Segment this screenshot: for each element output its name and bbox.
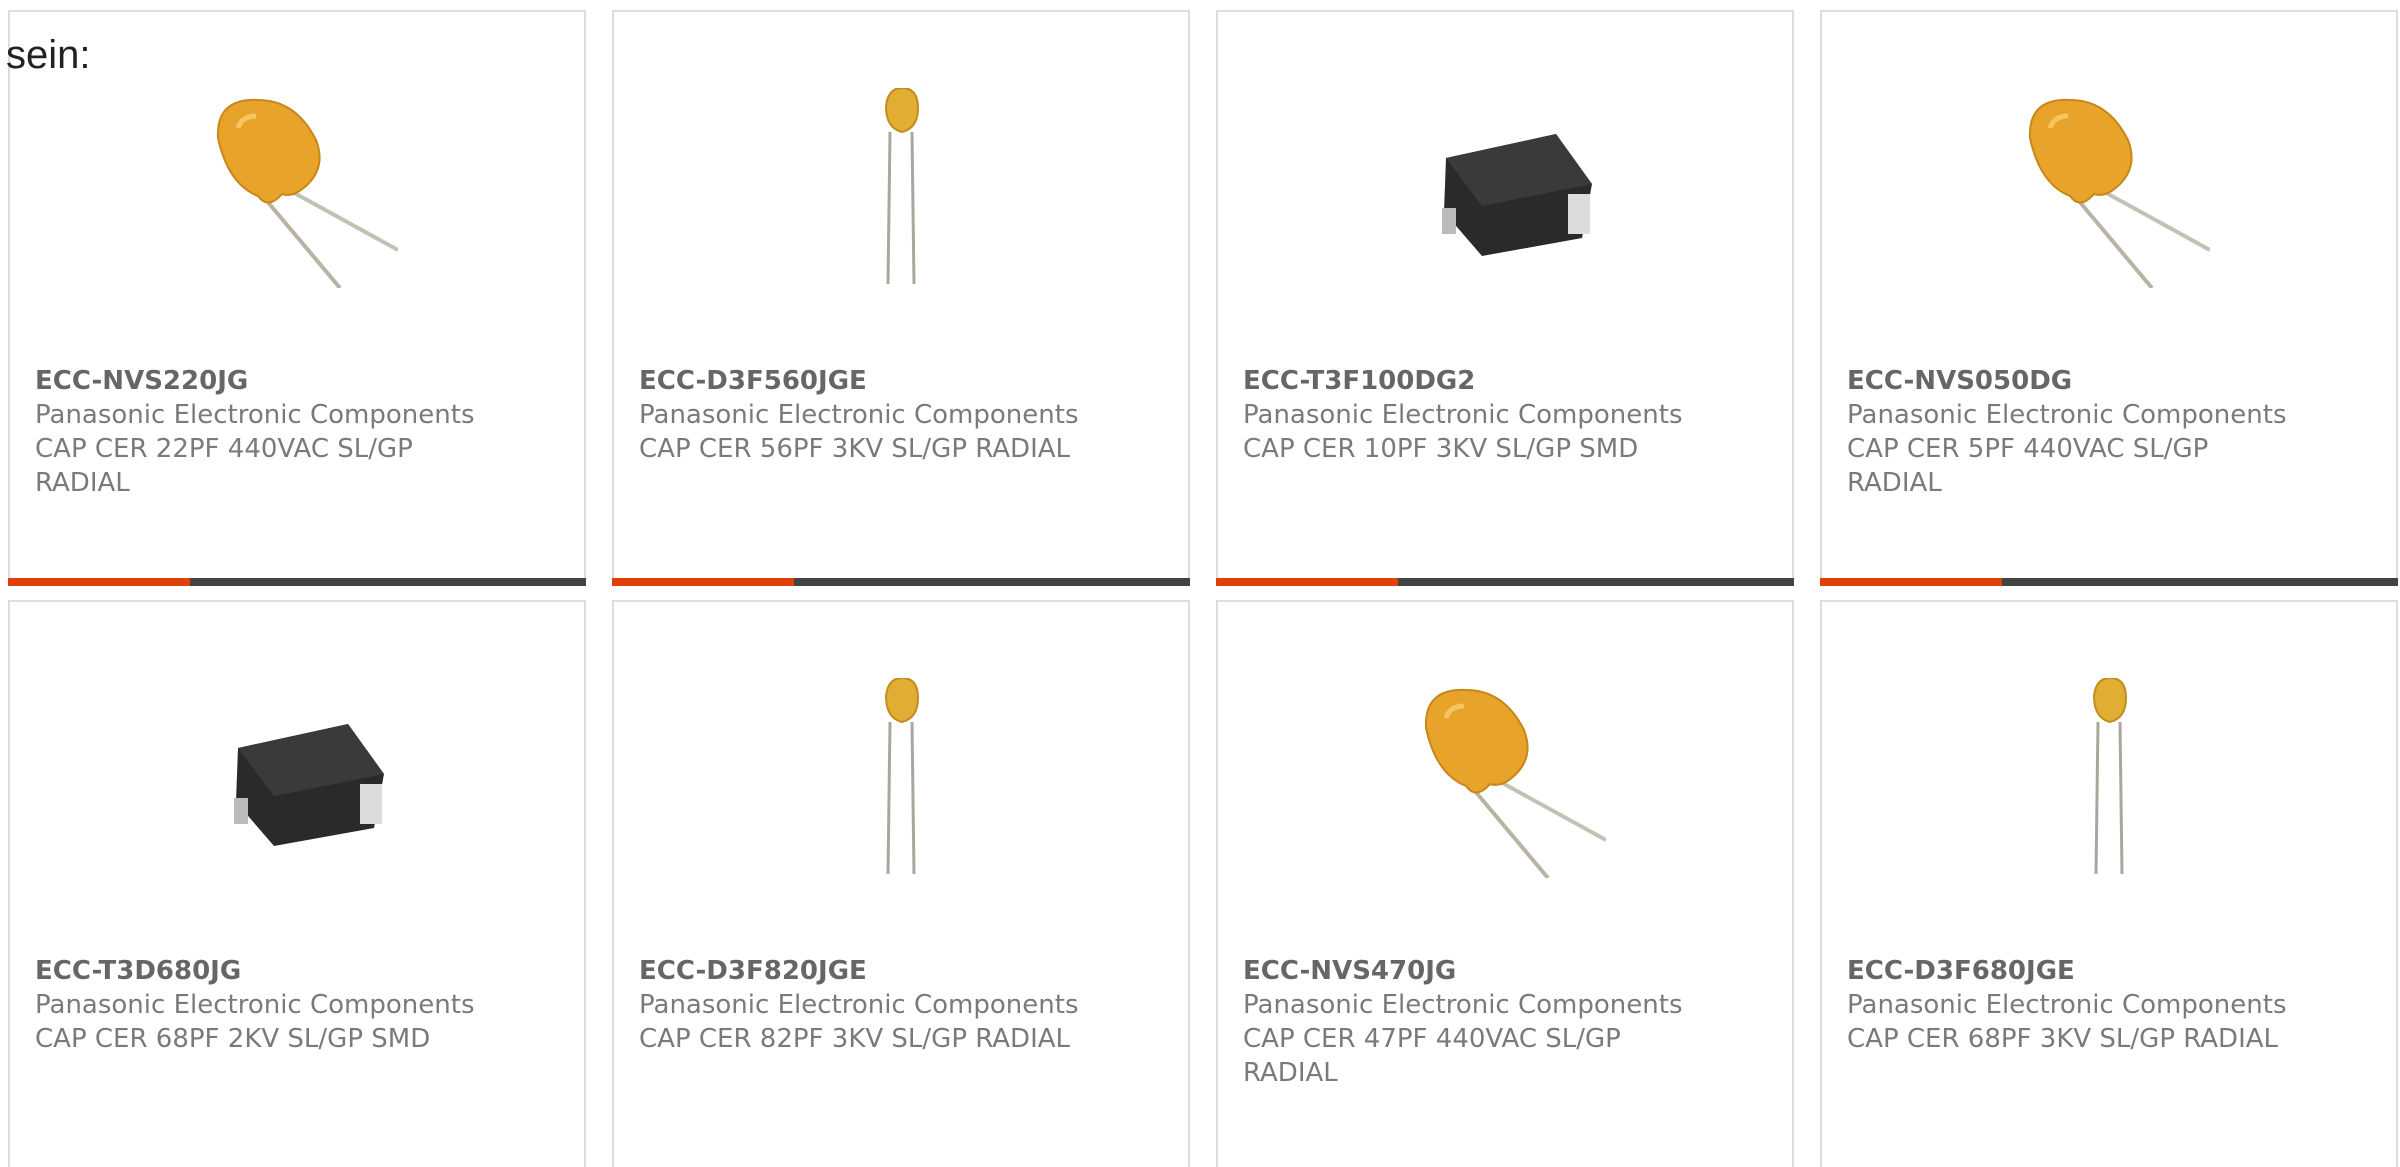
card-footer-bar [612,578,1190,586]
part-number-link[interactable]: ECC-D3F820JGE [639,954,1168,988]
product-info: ECC-NVS220JG Panasonic Electronic Compone… [35,364,564,500]
product-card[interactable]: ECC-T3F100DG2 Panasonic Electronic Compon… [1216,10,1794,586]
manufacturer-name: Panasonic Electronic Components [1243,400,1683,430]
card-footer-accent [1216,578,1398,586]
product-info: ECC-T3F100DG2 Panasonic Electronic Compon… [1243,364,1772,466]
manufacturer-name: Panasonic Electronic Components [639,400,1079,430]
product-card[interactable]: ECC-NVS220JG Panasonic Electronic Compone… [8,10,586,586]
part-number-link[interactable]: ECC-NVS050DG [1847,364,2376,398]
disc-capacitor-large-icon[interactable] [1406,678,1606,878]
product-description: CAP CER 10PF 3KV SL/GP SMD [1243,434,1639,464]
smd-capacitor-icon[interactable] [198,678,398,878]
product-description: CAP CER 56PF 3KV SL/GP RADIAL [639,434,1071,464]
product-description: CAP CER 22PF 440VAC SL/GP RADIAL [35,434,413,498]
product-description: CAP CER 82PF 3KV SL/GP RADIAL [639,1024,1071,1054]
manufacturer-name: Panasonic Electronic Components [35,990,475,1020]
card-footer-bar [1820,578,2398,586]
part-number-link[interactable]: ECC-NVS220JG [35,364,564,398]
product-listing-page: sein: ECC-NVS220JG Panasonic Electronic C… [0,0,2400,1167]
product-card[interactable]: ECC-NVS470JG Panasonic Electronic Compone… [1216,600,1794,1167]
part-number-link[interactable]: ECC-D3F680JGE [1847,954,2376,988]
disc-capacitor-large-icon[interactable] [198,88,398,288]
smd-capacitor-icon[interactable] [1406,88,1606,288]
card-footer-accent [1820,578,2002,586]
manufacturer-name: Panasonic Electronic Components [1243,990,1683,1020]
product-card[interactable]: ECC-D3F560JGE Panasonic Electronic Compon… [612,10,1190,586]
part-number-link[interactable]: ECC-D3F560JGE [639,364,1168,398]
product-description: CAP CER 68PF 3KV SL/GP RADIAL [1847,1024,2279,1054]
product-info: ECC-D3F680JGE Panasonic Electronic Compon… [1847,954,2376,1056]
product-card[interactable]: ECC-D3F820JGE Panasonic Electronic Compon… [612,600,1190,1167]
manufacturer-name: Panasonic Electronic Components [1847,400,2287,430]
product-description: CAP CER 47PF 440VAC SL/GP RADIAL [1243,1024,1621,1088]
part-number-link[interactable]: ECC-T3D680JG [35,954,564,988]
card-footer-bar [8,578,586,586]
product-card[interactable]: ECC-T3D680JG Panasonic Electronic Compone… [8,600,586,1167]
disc-capacitor-small-icon[interactable] [2010,678,2210,878]
disc-capacitor-small-icon[interactable] [802,88,1002,288]
product-info: ECC-NVS050DG Panasonic Electronic Compone… [1847,364,2376,500]
lead-text: sein: [6,33,91,77]
product-info: ECC-D3F560JGE Panasonic Electronic Compon… [639,364,1168,466]
product-info: ECC-D3F820JGE Panasonic Electronic Compon… [639,954,1168,1056]
product-info: ECC-NVS470JG Panasonic Electronic Compone… [1243,954,1772,1090]
product-grid: ECC-NVS220JG Panasonic Electronic Compone… [0,0,2400,1167]
product-description: CAP CER 68PF 2KV SL/GP SMD [35,1024,431,1054]
product-card[interactable]: ECC-D3F680JGE Panasonic Electronic Compon… [1820,600,2398,1167]
part-number-link[interactable]: ECC-T3F100DG2 [1243,364,1772,398]
manufacturer-name: Panasonic Electronic Components [1847,990,2287,1020]
part-number-link[interactable]: ECC-NVS470JG [1243,954,1772,988]
product-description: CAP CER 5PF 440VAC SL/GP RADIAL [1847,434,2209,498]
disc-capacitor-small-icon[interactable] [802,678,1002,878]
product-card[interactable]: ECC-NVS050DG Panasonic Electronic Compone… [1820,10,2398,586]
manufacturer-name: Panasonic Electronic Components [639,990,1079,1020]
card-footer-bar [1216,578,1794,586]
product-info: ECC-T3D680JG Panasonic Electronic Compone… [35,954,564,1056]
disc-capacitor-large-icon[interactable] [2010,88,2210,288]
card-footer-accent [612,578,794,586]
manufacturer-name: Panasonic Electronic Components [35,400,475,430]
card-footer-accent [8,578,190,586]
